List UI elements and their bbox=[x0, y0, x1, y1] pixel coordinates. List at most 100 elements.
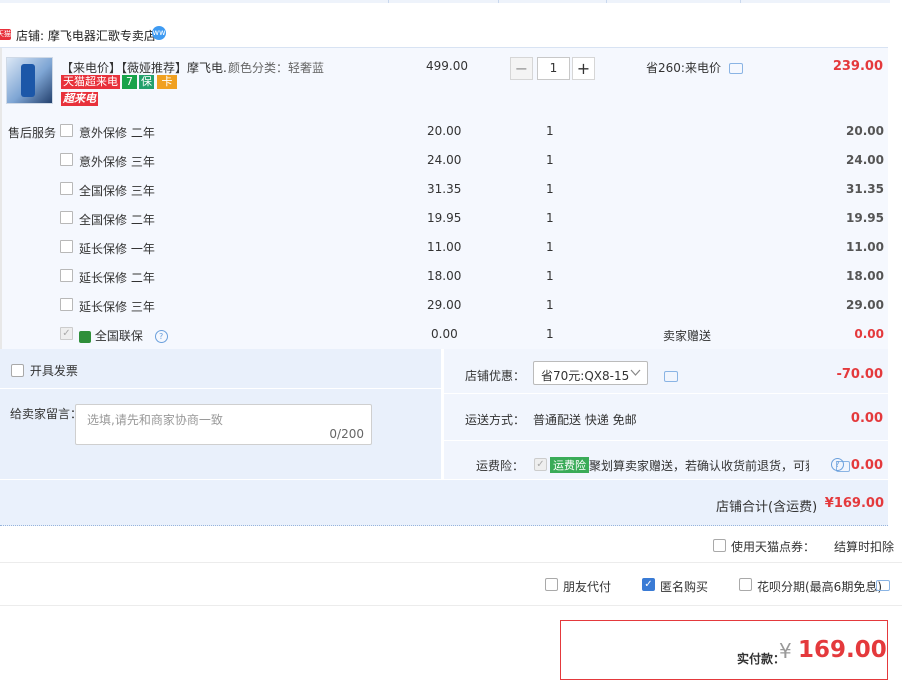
service-qty: 1 bbox=[546, 211, 554, 225]
service-qty: 1 bbox=[546, 269, 554, 283]
store-header: 天猫 店铺: 摩飞电器汇歌专卖店 ww bbox=[0, 22, 890, 46]
service-name: 延长保修 三年 bbox=[79, 300, 155, 314]
coupon-amount: -70.00 bbox=[836, 367, 883, 382]
insurance-label: 运费险： bbox=[476, 459, 525, 473]
service-row: 全国保修 二年 19.95 1 19.95 bbox=[0, 211, 888, 240]
shield-icon bbox=[79, 330, 91, 343]
tmall-badge: 天猫 bbox=[0, 29, 11, 40]
purchase-options-row: 朋友代付 ✓ 匿名购买 花呗分期(最高6期免息) bbox=[0, 563, 902, 606]
wangwang-chat-icon[interactable]: ww bbox=[152, 26, 166, 40]
service-price: 20.00 bbox=[427, 124, 462, 138]
service-name: 延长保修 二年 bbox=[79, 271, 155, 285]
service-name: 意外保修 二年 bbox=[79, 126, 155, 140]
service-checkbox[interactable] bbox=[60, 240, 73, 253]
coupon-comment-icon[interactable] bbox=[664, 371, 678, 382]
product-thumbnail[interactable] bbox=[6, 57, 53, 104]
invoice-checkbox[interactable] bbox=[11, 364, 24, 377]
invoice-option[interactable]: 开具发票 bbox=[11, 362, 78, 379]
message-textarea[interactable]: 选填,请先和商家协商一致 0/200 bbox=[75, 404, 372, 445]
service-checkbox[interactable] bbox=[60, 124, 73, 137]
huabei-label: 花呗分期(最高6期免息) bbox=[757, 580, 882, 594]
discount-note: 省260:来电价 bbox=[646, 59, 743, 76]
joint-warranty-qty: 1 bbox=[546, 327, 554, 341]
shipping-method: 普通配送 快递 免邮 bbox=[533, 413, 637, 427]
shipping-amount: 0.00 bbox=[850, 411, 883, 426]
payment-summary: 实付款： ¥ 169.00 bbox=[560, 620, 888, 680]
service-checkbox[interactable] bbox=[60, 298, 73, 311]
chevron-down-icon bbox=[630, 369, 641, 376]
service-total: 20.00 bbox=[846, 124, 884, 138]
service-qty: 1 bbox=[546, 298, 554, 312]
product-tags: 天猫超来电 7 保 卡 超来电 bbox=[61, 75, 221, 109]
divider bbox=[444, 440, 888, 441]
joint-warranty-price: 0.00 bbox=[431, 327, 458, 341]
service-total: 19.95 bbox=[846, 211, 884, 225]
service-row: 意外保修 三年 24.00 1 24.00 bbox=[0, 153, 888, 182]
friend-pay-checkbox[interactable] bbox=[545, 578, 558, 591]
friend-pay-label: 朋友代付 bbox=[563, 580, 612, 594]
joint-warranty-label: 全国联保 ? bbox=[79, 327, 168, 344]
service-total: 18.00 bbox=[846, 269, 884, 283]
service-row: 全国保修 三年 31.35 1 31.35 bbox=[0, 182, 888, 211]
service-checkbox[interactable] bbox=[60, 211, 73, 224]
service-checkbox[interactable] bbox=[60, 269, 73, 282]
service-price: 19.95 bbox=[427, 211, 462, 225]
quantity-input[interactable]: 1 bbox=[537, 57, 570, 80]
message-label: 给卖家留言： bbox=[10, 407, 83, 421]
points-row: 使用天猫点券： 结算时扣除 bbox=[0, 527, 902, 563]
service-checkbox[interactable] bbox=[60, 153, 73, 166]
comment-icon[interactable] bbox=[728, 63, 743, 74]
seller-gift-note: 卖家赠送 bbox=[663, 329, 712, 343]
help-icon[interactable]: ? bbox=[831, 458, 844, 471]
service-row: 意外保修 二年 20.00 1 20.00 bbox=[0, 124, 888, 153]
product-unit-price: 499.00 bbox=[426, 59, 468, 73]
table-top-border bbox=[0, 0, 890, 3]
message-placeholder: 选填,请先和商家协商一致 bbox=[87, 413, 223, 427]
huabei-checkbox[interactable] bbox=[739, 578, 752, 591]
points-note: 结算时扣除 bbox=[834, 540, 895, 554]
product-subtotal: 239.00 bbox=[832, 59, 883, 74]
service-qty: 1 bbox=[546, 182, 554, 196]
message-counter: 0/200 bbox=[329, 427, 364, 441]
service-total: 11.00 bbox=[846, 240, 884, 254]
product-sku: 颜色分类：轻奢蓝 bbox=[228, 61, 325, 75]
help-icon[interactable]: ? bbox=[154, 330, 168, 343]
joint-warranty-total: 0.00 bbox=[854, 327, 884, 341]
service-name: 全国保修 三年 bbox=[79, 184, 155, 198]
currency-symbol: ¥ bbox=[779, 639, 792, 663]
service-row: 延长保修 三年 29.00 1 29.00 bbox=[0, 298, 888, 327]
service-price: 18.00 bbox=[427, 269, 462, 283]
payment-amount: 169.00 bbox=[798, 637, 887, 663]
store-total-label: 店铺合计(含运费) bbox=[716, 500, 818, 515]
insurance-amount: 0.00 bbox=[850, 458, 883, 473]
service-checkbox[interactable] bbox=[60, 182, 73, 195]
shipping-label: 运送方式： bbox=[465, 413, 526, 427]
points-checkbox[interactable] bbox=[713, 539, 726, 552]
service-qty: 1 bbox=[546, 124, 554, 138]
service-total: 29.00 bbox=[846, 298, 884, 312]
service-total: 24.00 bbox=[846, 153, 884, 167]
anonymous-label: 匿名购买 bbox=[660, 580, 709, 594]
payment-label: 实付款： bbox=[737, 652, 786, 666]
coupon-select[interactable]: 省70元:QX8-15 bbox=[533, 361, 648, 385]
service-qty: 1 bbox=[546, 240, 554, 254]
invoice-label: 开具发票 bbox=[29, 364, 78, 378]
service-name: 延长保修 一年 bbox=[79, 242, 155, 256]
joint-warranty-name: 全国联保 bbox=[94, 329, 143, 343]
service-price: 29.00 bbox=[427, 298, 462, 312]
decrease-button[interactable]: − bbox=[510, 57, 533, 80]
anonymous-checkbox[interactable]: ✓ bbox=[642, 578, 655, 591]
increase-button[interactable]: + bbox=[572, 57, 595, 80]
service-row: 延长保修 二年 18.00 1 18.00 bbox=[0, 269, 888, 298]
tag-7day-icon: 7 bbox=[122, 75, 137, 89]
coupon-label: 店铺优惠： bbox=[465, 369, 526, 383]
product-title-link[interactable]: 【来电价】【薇娅推荐】摩飞电... bbox=[61, 59, 226, 76]
insurance-text: 聚划算卖家赠送，若确认收货前退货，可获... bbox=[589, 459, 809, 473]
insurance-badge: 运费险 bbox=[550, 457, 589, 473]
tag-super-call: 天猫超来电 bbox=[61, 75, 120, 89]
store-name-link[interactable]: 店铺: 摩飞电器汇歌专卖店 bbox=[16, 27, 156, 44]
huabei-comment-icon[interactable] bbox=[876, 580, 890, 591]
service-name: 全国保修 二年 bbox=[79, 213, 155, 227]
service-price: 11.00 bbox=[427, 240, 462, 254]
tag-guarantee-icon: 保 bbox=[139, 75, 154, 89]
